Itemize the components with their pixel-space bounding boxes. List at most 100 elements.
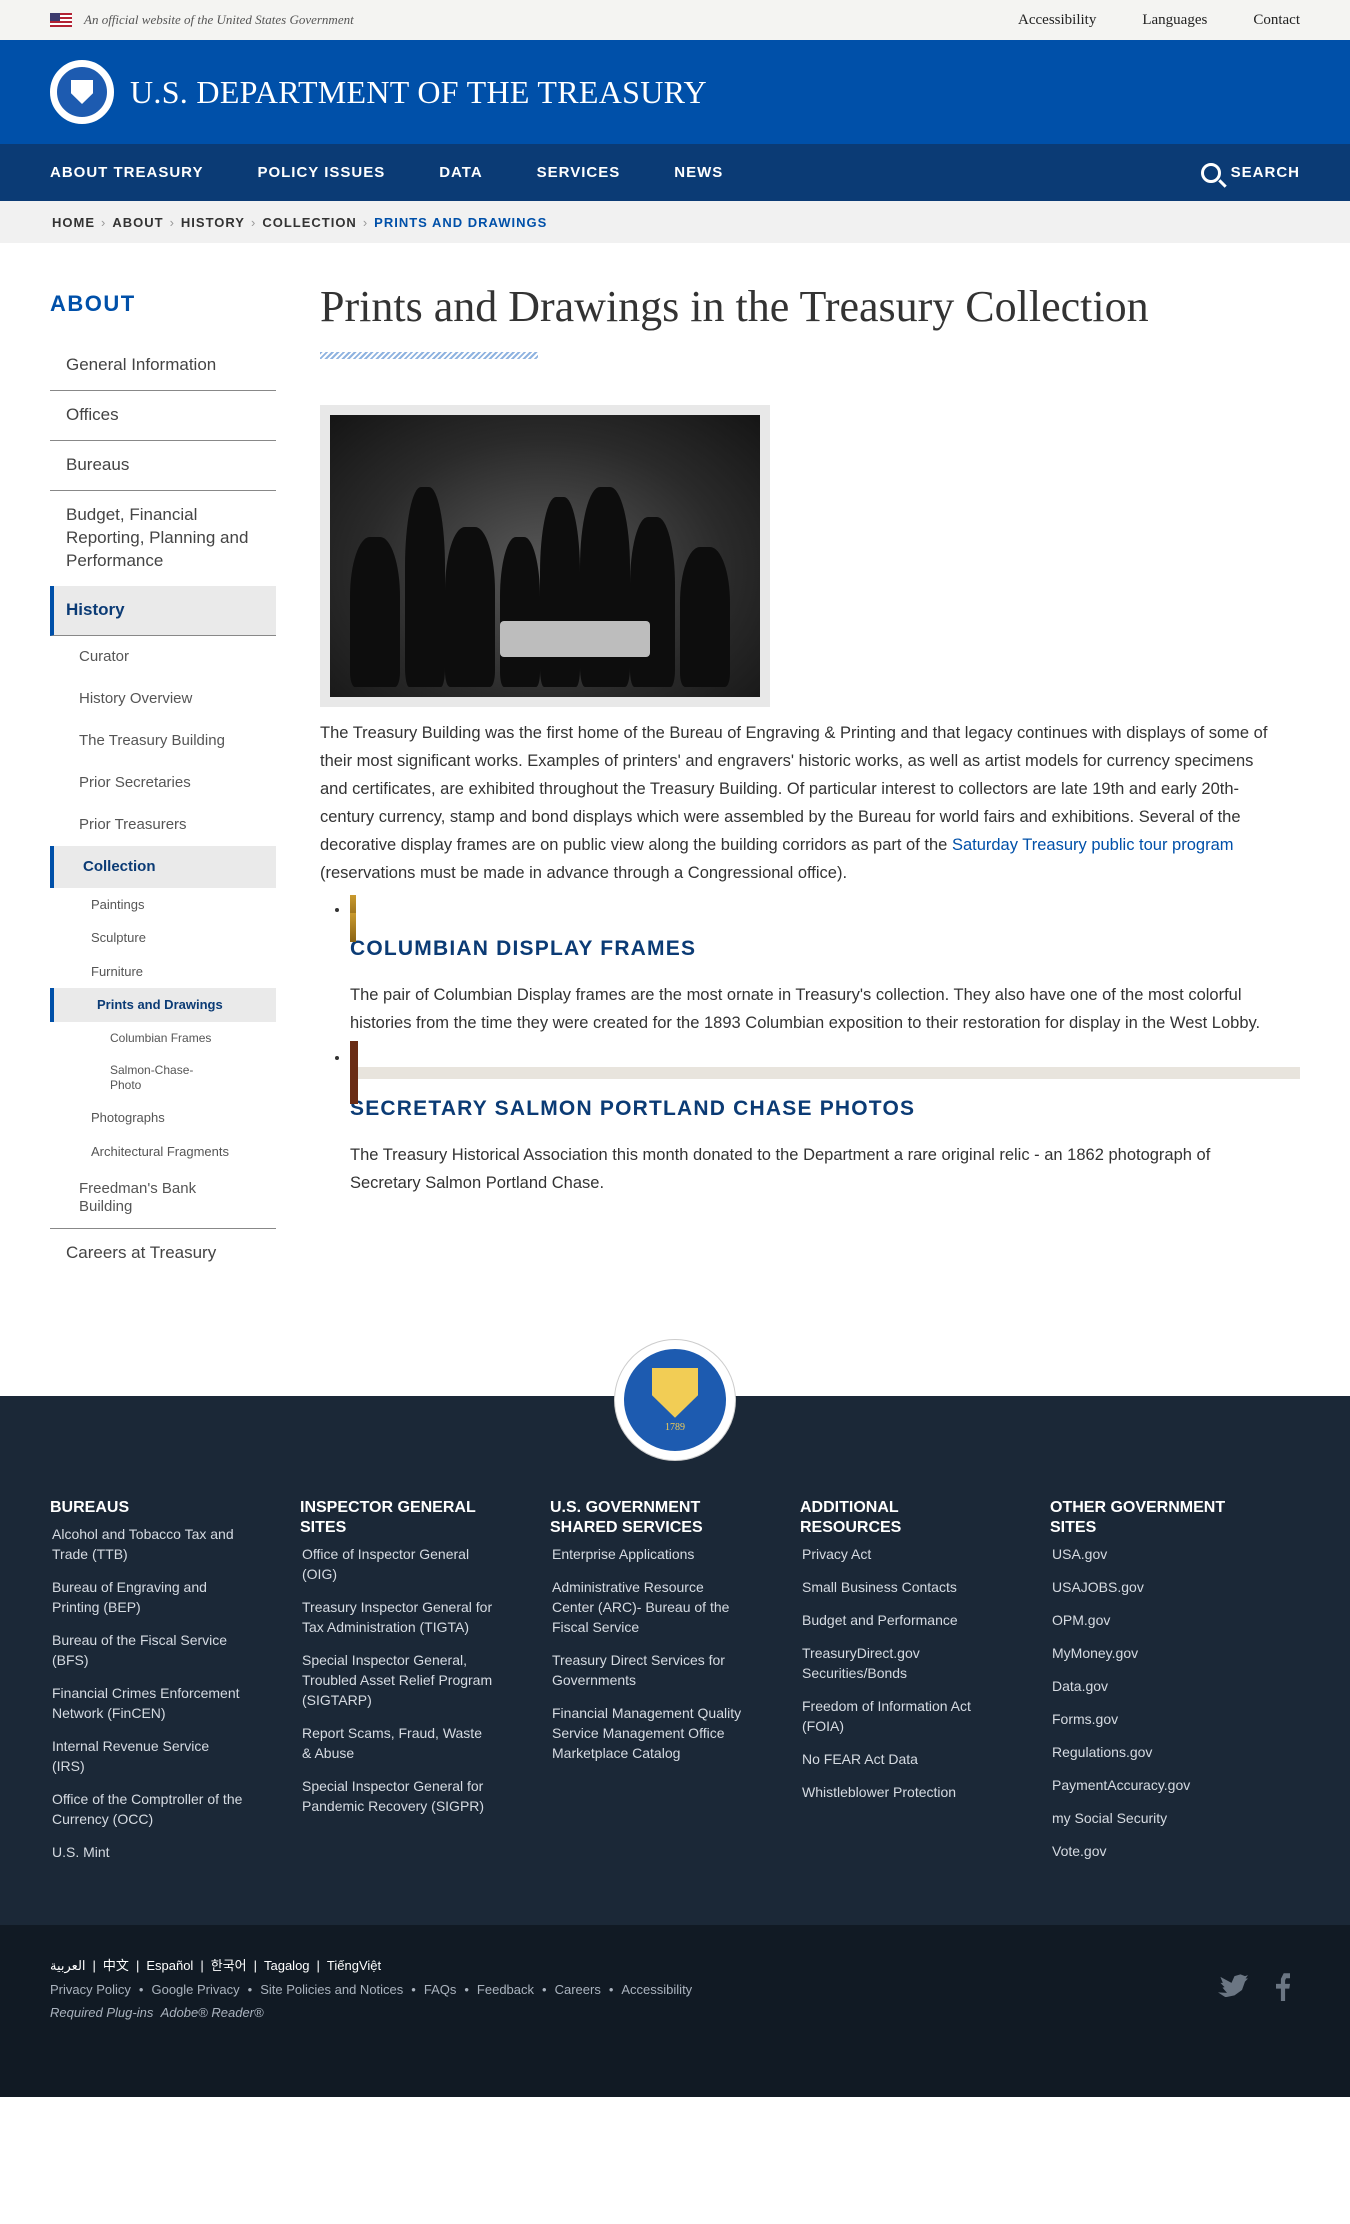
sidebar-item-sculpture[interactable]: Sculpture xyxy=(50,921,276,955)
footer-link[interactable]: Office of Inspector General (OIG) xyxy=(300,1544,495,1584)
languages-link[interactable]: Languages xyxy=(1142,12,1207,29)
footer-link[interactable]: Whistleblower Protection xyxy=(800,1782,995,1802)
footer-link[interactable]: Vote.gov xyxy=(1050,1841,1245,1861)
breadcrumb-collection[interactable]: COLLECTION xyxy=(262,215,357,230)
sidebar-item-furniture[interactable]: Furniture xyxy=(50,955,276,989)
sidebar-item-photographs[interactable]: Photographs xyxy=(50,1101,276,1135)
site-policies-link[interactable]: Site Policies and Notices xyxy=(260,1982,403,1997)
sidebar-item-freedmans-bank[interactable]: Freedman's Bank Building xyxy=(50,1168,276,1230)
footer-link[interactable]: TreasuryDirect.gov Securities/Bonds xyxy=(800,1643,995,1683)
careers-link[interactable]: Careers xyxy=(555,1982,601,1997)
nav-about-treasury[interactable]: ABOUT TREASURY xyxy=(50,164,203,181)
sidebar-item-history-overview[interactable]: History Overview xyxy=(50,678,276,720)
treasury-seal-logo[interactable] xyxy=(50,60,114,124)
sidebar-item-offices[interactable]: Offices xyxy=(50,391,276,441)
footer-link[interactable]: No FEAR Act Data xyxy=(800,1749,995,1769)
site-title[interactable]: U.S. DEPARTMENT OF THE TREASURY xyxy=(130,74,707,111)
facebook-icon[interactable] xyxy=(1276,1973,1290,2002)
footer-link[interactable]: Bureau of the Fiscal Service (BFS) xyxy=(50,1630,245,1670)
sidebar-item-prints-and-drawings[interactable]: Prints and Drawings xyxy=(50,988,276,1022)
chase-photo-thumbnail[interactable] xyxy=(350,1041,1300,1104)
saturday-tour-link[interactable]: Saturday Treasury public tour program xyxy=(952,836,1234,854)
nav-news[interactable]: NEWS xyxy=(674,164,723,181)
sidebar-item-curator[interactable]: Curator xyxy=(50,636,276,678)
footer-link[interactable]: Data.gov xyxy=(1050,1676,1245,1696)
lang-arabic[interactable]: العربية xyxy=(50,1958,86,1973)
footer-links: BUREAUS Alcohol and Tobacco Tax and Trad… xyxy=(0,1396,1350,1926)
privacy-policy-link[interactable]: Privacy Policy xyxy=(50,1982,131,1997)
figure xyxy=(630,517,675,687)
chevron-right-icon: › xyxy=(169,214,175,230)
footer-link[interactable]: my Social Security xyxy=(1050,1808,1245,1828)
sidebar-item-bureaus[interactable]: Bureaus xyxy=(50,441,276,491)
sidebar-item-prior-secretaries[interactable]: Prior Secretaries xyxy=(50,762,276,804)
main-nav: ABOUT TREASURY POLICY ISSUES DATA SERVIC… xyxy=(0,144,1350,201)
accessibility-link[interactable]: Accessibility xyxy=(1018,12,1096,29)
footer-link[interactable]: MyMoney.gov xyxy=(1050,1643,1245,1663)
footer-link[interactable]: Regulations.gov xyxy=(1050,1742,1245,1762)
faqs-link[interactable]: FAQs xyxy=(424,1982,457,1997)
footer-link[interactable]: Report Scams, Fraud, Waste & Abuse xyxy=(300,1723,495,1763)
footer-link[interactable]: Office of the Comptroller of the Currenc… xyxy=(50,1789,245,1829)
sidebar-item-salmon-chase-photo[interactable]: Salmon-Chase-Photo xyxy=(50,1054,276,1101)
footer-link[interactable]: PaymentAccuracy.gov xyxy=(1050,1775,1245,1795)
footer-link[interactable]: Alcohol and Tobacco Tax and Trade (TTB) xyxy=(50,1524,245,1564)
breadcrumb-about[interactable]: ABOUT xyxy=(112,215,163,230)
lang-spanish[interactable]: Español xyxy=(146,1958,193,1973)
lang-korean[interactable]: 한국어 xyxy=(211,1958,247,1973)
footer-link[interactable]: Privacy Act xyxy=(800,1544,995,1564)
figure xyxy=(680,547,730,687)
sidebar-item-prior-treasurers[interactable]: Prior Treasurers xyxy=(50,804,276,846)
footer-link[interactable]: USA.gov xyxy=(1050,1544,1245,1564)
google-privacy-link[interactable]: Google Privacy xyxy=(151,1982,239,1997)
adobe-reader-link[interactable]: Adobe® Reader® xyxy=(161,2005,264,2020)
footer-link[interactable]: Administrative Resource Center (ARC)- Bu… xyxy=(550,1577,745,1637)
footer-link[interactable]: U.S. Mint xyxy=(50,1842,245,1862)
footer-link[interactable]: Financial Crimes Enforcement Network (Fi… xyxy=(50,1683,245,1723)
sidebar-item-paintings[interactable]: Paintings xyxy=(50,888,276,922)
sidebar-item-treasury-building[interactable]: The Treasury Building xyxy=(50,720,276,762)
footer-link[interactable]: Special Inspector General for Pandemic R… xyxy=(300,1776,495,1816)
footer-link[interactable]: Small Business Contacts xyxy=(800,1577,995,1597)
breadcrumb-home[interactable]: HOME xyxy=(52,215,95,230)
footer-link[interactable]: Forms.gov xyxy=(1050,1709,1245,1729)
sidebar-item-history[interactable]: History xyxy=(50,585,276,636)
separator: | xyxy=(200,1958,204,1974)
footer-link[interactable]: Financial Management Quality Service Man… xyxy=(550,1703,745,1763)
feedback-link[interactable]: Feedback xyxy=(477,1982,534,1997)
footer-link[interactable]: Bureau of Engraving and Printing (BEP) xyxy=(50,1577,245,1617)
sidebar-item-general-information[interactable]: General Information xyxy=(50,341,276,391)
sidebar-item-careers[interactable]: Careers at Treasury xyxy=(50,1229,276,1278)
nav-policy-issues[interactable]: POLICY ISSUES xyxy=(257,164,385,181)
nav-services[interactable]: SERVICES xyxy=(537,164,621,181)
columbian-frames-thumbnail[interactable] xyxy=(350,895,356,942)
nav-data[interactable]: DATA xyxy=(439,164,482,181)
footer-link[interactable]: Treasury Direct Services for Governments xyxy=(550,1650,745,1690)
footer-link[interactable]: Enterprise Applications xyxy=(550,1544,745,1564)
separator: • xyxy=(247,1982,253,1998)
chase-photos-link[interactable]: SECRETARY SALMON PORTLAND CHASE PHOTOS xyxy=(350,1097,915,1120)
breadcrumb-history[interactable]: HISTORY xyxy=(181,215,245,230)
footer-link[interactable]: USAJOBS.gov xyxy=(1050,1577,1245,1597)
search-button[interactable]: SEARCH xyxy=(1200,162,1300,183)
sidebar-item-budget[interactable]: Budget, Financial Reporting, Planning an… xyxy=(50,491,276,586)
sidebar-item-architectural-fragments[interactable]: Architectural Fragments xyxy=(50,1135,276,1169)
sidebar-item-columbian-frames[interactable]: Columbian Frames xyxy=(50,1022,276,1054)
contact-link[interactable]: Contact xyxy=(1253,12,1300,29)
lang-chinese[interactable]: 中文 xyxy=(103,1958,129,1973)
footer-link[interactable]: Special Inspector General, Troubled Asse… xyxy=(300,1650,495,1710)
twitter-icon[interactable] xyxy=(1218,1974,1248,1998)
seal-inner xyxy=(55,65,109,119)
footer-link[interactable]: Internal Revenue Service (IRS) xyxy=(50,1736,245,1776)
photo-panel xyxy=(350,1067,1300,1079)
sidebar-item-collection[interactable]: Collection xyxy=(50,845,276,888)
accessibility-footer-link[interactable]: Accessibility xyxy=(621,1982,692,1997)
lang-vietnamese[interactable]: TiếngViệt xyxy=(327,1958,381,1973)
columbian-frames-link[interactable]: COLUMBIAN DISPLAY FRAMES xyxy=(350,937,696,960)
footer-link[interactable]: Freedom of Information Act (FOIA) xyxy=(800,1696,995,1736)
footer-link[interactable]: OPM.gov xyxy=(1050,1610,1245,1630)
footer-link[interactable]: Budget and Performance xyxy=(800,1610,995,1630)
footer-column-title: BUREAUS xyxy=(50,1499,130,1517)
lang-tagalog[interactable]: Tagalog xyxy=(264,1958,310,1973)
footer-link[interactable]: Treasury Inspector General for Tax Admin… xyxy=(300,1597,495,1637)
